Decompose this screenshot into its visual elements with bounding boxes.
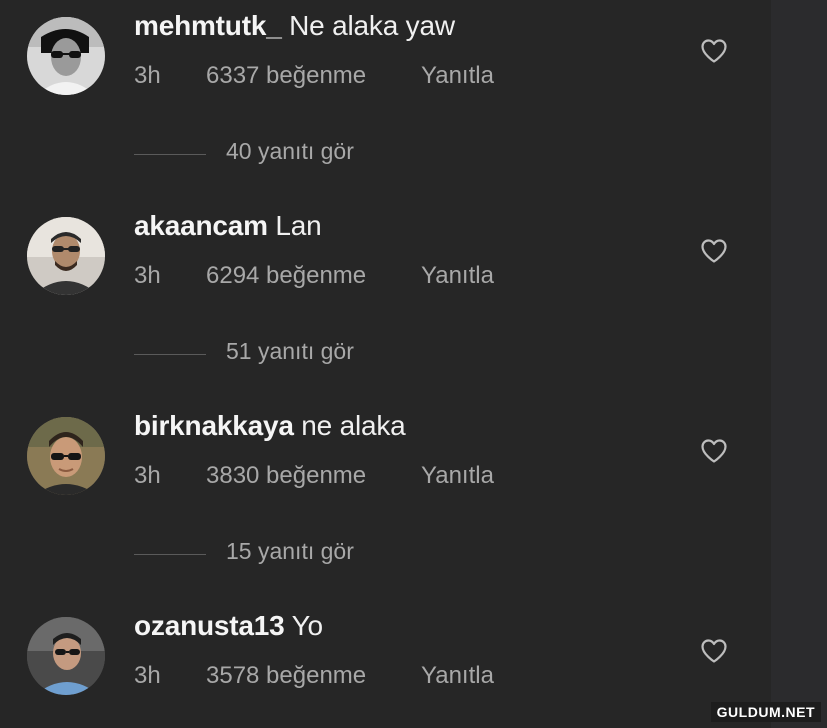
avatar[interactable] xyxy=(27,217,105,295)
view-replies-label[interactable]: 40 yanıtı gör xyxy=(226,138,354,165)
side-panel-strip xyxy=(771,0,827,728)
view-replies-label[interactable]: 51 yanıtı gör xyxy=(226,338,354,365)
replies-divider xyxy=(134,554,206,555)
avatar[interactable] xyxy=(27,417,105,495)
replies-divider xyxy=(134,154,206,155)
comment-text: Lan xyxy=(267,210,322,241)
like-count[interactable]: 6294 beğenme xyxy=(206,262,366,290)
comment-line: birknakkaya ne alaka xyxy=(134,410,406,442)
reply-button[interactable]: Yanıtla xyxy=(421,262,494,290)
timestamp: 3h xyxy=(134,462,161,489)
watermark: GULDUM.NET xyxy=(710,702,821,722)
comment-text: Ne alaka yaw xyxy=(281,10,455,41)
avatar[interactable] xyxy=(27,617,105,695)
replies-divider xyxy=(134,354,206,355)
view-replies-button[interactable]: 40 yanıtı gör xyxy=(134,138,434,172)
timestamp: 3h xyxy=(134,662,161,689)
heart-outline-icon[interactable] xyxy=(700,438,728,464)
username[interactable]: ozanusta13 xyxy=(134,610,285,641)
comment-text: ne alaka xyxy=(293,410,406,441)
reply-button[interactable]: Yanıtla xyxy=(421,62,494,90)
heart-outline-icon[interactable] xyxy=(700,38,728,64)
comment-item: mehmtutk_ Ne alaka yaw 3h 6337 beğenme Y… xyxy=(0,0,771,110)
comment-item: akaancam Lan 3h 6294 beğenme Yanıtla xyxy=(0,200,771,310)
heart-outline-icon[interactable] xyxy=(700,638,728,664)
timestamp: 3h xyxy=(134,62,161,89)
comment-text: Yo xyxy=(284,610,323,641)
profile-photo-icon xyxy=(27,417,105,495)
comment-item: ozanusta13 Yo 3h 3578 beğenme Yanıtla xyxy=(0,600,771,710)
profile-photo-icon xyxy=(27,217,105,295)
view-replies-button[interactable]: 15 yanıtı gör xyxy=(134,538,434,572)
view-replies-button[interactable]: 51 yanıtı gör xyxy=(134,338,434,372)
like-count[interactable]: 3830 beğenme xyxy=(206,462,366,490)
like-count[interactable]: 6337 beğenme xyxy=(206,62,366,90)
timestamp: 3h xyxy=(134,262,161,289)
like-count[interactable]: 3578 beğenme xyxy=(206,662,366,690)
reply-button[interactable]: Yanıtla xyxy=(421,462,494,490)
comment-line: mehmtutk_ Ne alaka yaw xyxy=(134,10,455,42)
profile-photo-icon xyxy=(27,17,105,95)
view-replies-label[interactable]: 15 yanıtı gör xyxy=(226,538,354,565)
username[interactable]: mehmtutk_ xyxy=(134,10,282,41)
reply-button[interactable]: Yanıtla xyxy=(421,662,494,690)
comment-item: birknakkaya ne alaka 3h 3830 beğenme Yan… xyxy=(0,400,771,510)
comment-line: ozanusta13 Yo xyxy=(134,610,323,642)
heart-outline-icon[interactable] xyxy=(700,238,728,264)
avatar[interactable] xyxy=(27,17,105,95)
username[interactable]: akaancam xyxy=(134,210,268,241)
profile-photo-icon xyxy=(27,617,105,695)
username[interactable]: birknakkaya xyxy=(134,410,294,441)
comment-line: akaancam Lan xyxy=(134,210,322,242)
